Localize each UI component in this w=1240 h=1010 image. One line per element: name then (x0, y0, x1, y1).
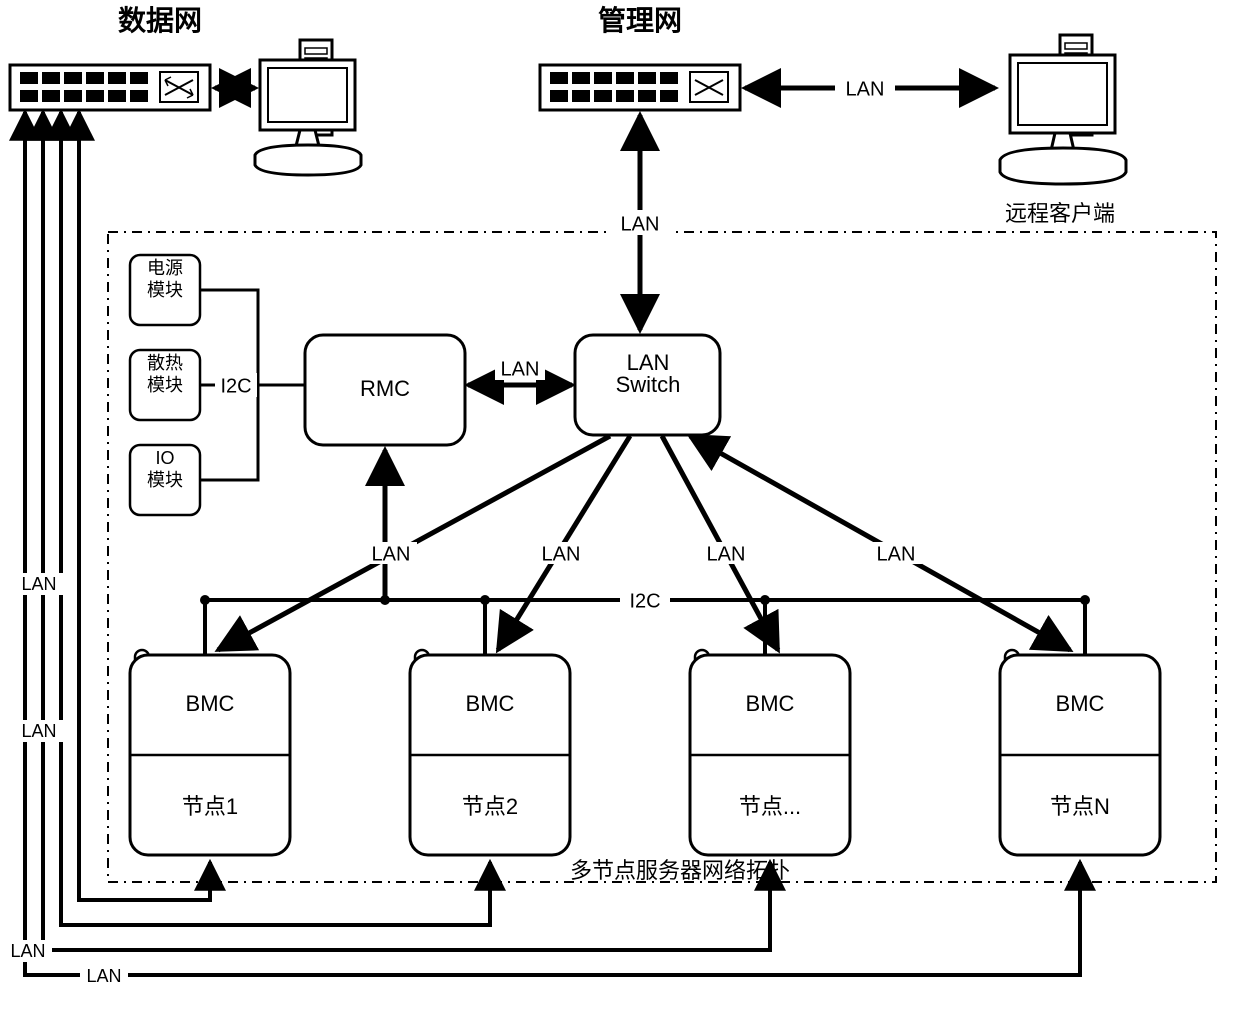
remote-client-icon (1000, 35, 1126, 184)
node-ellipsis-label: 节点... (739, 794, 801, 819)
label-i2c-modules: I2C (220, 375, 251, 397)
label-lan-bmcn: LAN (877, 543, 916, 565)
node1-label: 节点1 (182, 794, 238, 819)
label-lan-trunk1: LAN (21, 574, 56, 594)
noden-box: BMC 节点N (1000, 650, 1160, 855)
node1-box: BMC 节点1 (130, 650, 290, 855)
data-computer-icon (255, 40, 361, 175)
io-module-box: IO模块 (130, 445, 200, 515)
label-lan-bmc1: LAN (372, 543, 411, 565)
label-lan-trunk3: LAN (10, 941, 45, 961)
noden-label: 节点N (1050, 794, 1110, 819)
title-data-net: 数据网 (118, 5, 202, 36)
label-i2c-nodes: I2C (629, 590, 660, 612)
power-module-box: 电源模块 (130, 255, 200, 325)
label-lan-trunk4: LAN (86, 966, 121, 986)
label-lan-trunk2: LAN (21, 721, 56, 741)
data-switch-icon (10, 65, 210, 110)
node2-bmc-label: BMC (466, 691, 515, 716)
node-ellipsis-bmc-label: BMC (746, 691, 795, 716)
node2-box: BMC 节点2 (410, 650, 570, 855)
label-remote-client: 远程客户端 (1005, 201, 1115, 226)
cooling-module-box: 散热模块 (130, 350, 200, 420)
label-lan-rmc-switch: LAN (501, 358, 540, 380)
node1-bmc-label: BMC (186, 691, 235, 716)
mgmt-switch-icon (540, 65, 740, 110)
label-lan-mgmt-client: LAN (846, 78, 885, 100)
label-lan-mgmt-switch: LAN (621, 213, 660, 235)
node2-label: 节点2 (462, 794, 518, 819)
noden-bmc-label: BMC (1056, 691, 1105, 716)
label-lan-bmc2: LAN (542, 543, 581, 565)
caption-multinode: 多节点服务器网络拓扑 (570, 858, 790, 883)
label-lan-bmc3: LAN (707, 543, 746, 565)
title-mgmt-net: 管理网 (598, 4, 682, 36)
label-rmc: RMC (360, 376, 410, 401)
node-ellipsis-box: BMC 节点... (690, 650, 850, 855)
